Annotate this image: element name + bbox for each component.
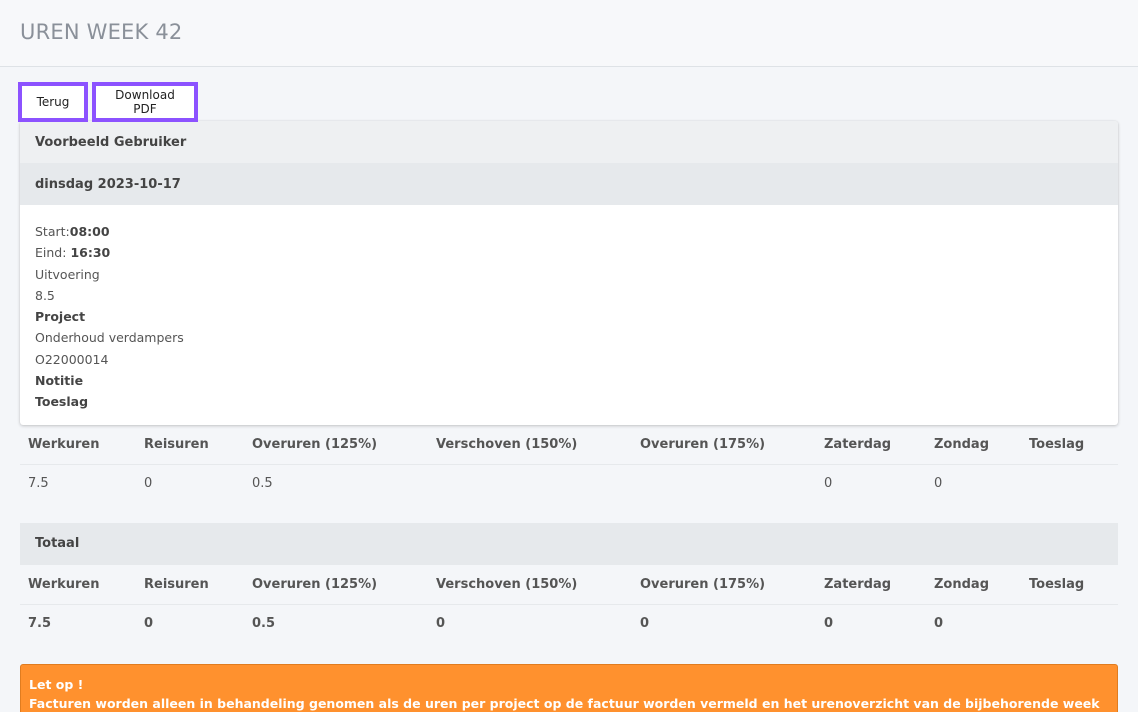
- warning-alert: Let op ! Facturen worden alleen in behan…: [20, 663, 1118, 712]
- end-label: Eind:: [35, 245, 67, 261]
- table-cell: 0: [934, 476, 943, 492]
- column-header: Verschoven (150%): [436, 576, 578, 592]
- work-type: Uitvoering: [35, 266, 100, 282]
- page-title: UREN WEEK 42: [20, 20, 183, 44]
- column-header: Overuren (175%): [640, 576, 766, 592]
- table-cell: 7.5: [28, 476, 49, 492]
- day-hours: 8.5: [35, 287, 55, 303]
- column-header: Zaterdag: [824, 576, 892, 592]
- column-header: Verschoven (150%): [436, 436, 578, 452]
- day-hours-table: Werkuren Reisuren Overuren (125%) Versch…: [20, 425, 1118, 503]
- column-header: Toeslag: [1029, 576, 1085, 592]
- column-header: Toeslag: [1029, 436, 1085, 452]
- main-content: Terug Download PDF Voorbeeld Gebruiker d…: [0, 67, 1138, 712]
- column-header: Reisuren: [144, 436, 209, 452]
- note-label: Notitie: [35, 373, 84, 389]
- user-name: Voorbeeld Gebruiker: [20, 121, 1118, 163]
- table-header-row: Werkuren Reisuren Overuren (125%) Versch…: [20, 425, 1118, 465]
- total-card: Totaal: [20, 522, 1118, 565]
- alert-text: Facturen worden alleen in behandeling ge…: [29, 695, 1100, 711]
- table-cell: [428, 465, 632, 503]
- total-hours-table: Werkuren Reisuren Overuren (125%) Versch…: [20, 565, 1118, 643]
- column-header: Zondag: [934, 576, 989, 592]
- start-value: 08:00: [69, 224, 110, 239]
- column-header: Werkuren: [28, 436, 100, 452]
- back-button[interactable]: Terug: [18, 82, 88, 122]
- table-cell: 0: [934, 616, 944, 632]
- table-cell: [1021, 465, 1118, 503]
- table-cell: 0.5: [252, 616, 276, 632]
- end-line: Eind: 16:30: [35, 242, 1103, 263]
- column-header: Werkuren: [28, 576, 100, 592]
- column-header: Zondag: [934, 436, 989, 452]
- project-label: Project: [35, 309, 86, 325]
- page-header: UREN WEEK 42: [0, 0, 1138, 67]
- table-cell: 0: [824, 616, 834, 632]
- table-cell: 0: [144, 476, 153, 492]
- alert-title: Let op !: [29, 676, 84, 692]
- table-cell: 0: [436, 616, 446, 632]
- table-cell: 0.5: [252, 476, 273, 492]
- table-cell: [632, 465, 816, 503]
- table-cell: 0: [640, 616, 650, 632]
- column-header: Reisuren: [144, 576, 209, 592]
- table-header-row: Werkuren Reisuren Overuren (125%) Versch…: [20, 565, 1118, 605]
- day-header: dinsdag 2023-10-17: [20, 163, 1118, 205]
- allowance-label: Toeslag: [35, 394, 89, 410]
- start-label: Start:: [35, 224, 70, 239]
- table-cell: 0: [824, 476, 833, 492]
- column-header: Overuren (125%): [252, 436, 378, 452]
- start-line: Start:08:00: [35, 221, 1103, 242]
- total-header: Totaal: [20, 522, 1118, 565]
- table-cell: 7.5: [28, 616, 52, 632]
- column-header: Zaterdag: [824, 436, 892, 452]
- project-name: Onderhoud verdampers: [35, 330, 184, 346]
- column-header: Overuren (125%): [252, 576, 378, 592]
- table-row: 7.5 0 0.5 0 0 0 0: [20, 605, 1118, 643]
- download-pdf-button[interactable]: Download PDF: [92, 82, 198, 122]
- column-header: Overuren (175%): [640, 436, 766, 452]
- project-code: O22000014: [35, 351, 109, 367]
- table-cell: 0: [144, 616, 154, 632]
- end-value: 16:30: [70, 245, 111, 261]
- user-card: Voorbeeld Gebruiker dinsdag 2023-10-17 S…: [20, 121, 1118, 425]
- day-details: Start:08:00 Eind: 16:30 Uitvoering 8.5 P…: [20, 205, 1118, 425]
- table-cell: [1021, 605, 1118, 643]
- table-row: 7.5 0 0.5 0 0: [20, 465, 1118, 503]
